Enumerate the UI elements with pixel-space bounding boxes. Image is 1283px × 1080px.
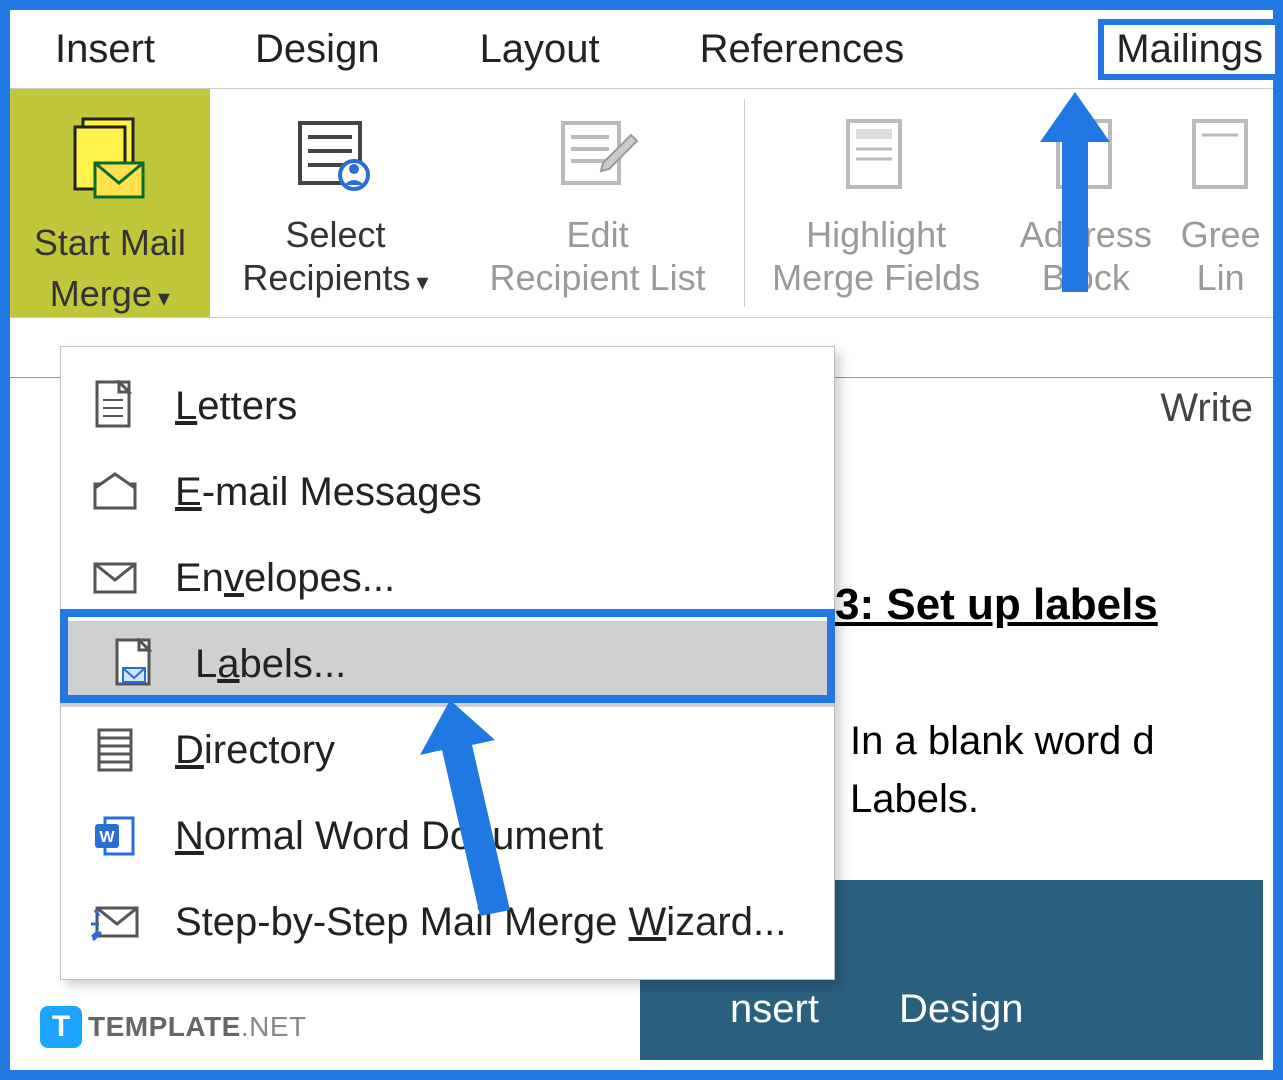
doc-line-1: In a blank word d: [850, 712, 1155, 770]
group-write-label: Write: [1160, 386, 1253, 431]
highlight-l2: Merge Fields: [772, 256, 980, 299]
normal-label: Normal Word Document: [175, 814, 603, 859]
arrow-to-mailings: [1030, 92, 1120, 292]
edit-recipient-l2: Recipient List: [490, 256, 706, 299]
select-recipients-button[interactable]: Select Recipients▾: [216, 89, 456, 317]
menu-item-envelopes[interactable]: Envelopes...: [61, 535, 834, 621]
document-paragraph: In a blank word d Labels.: [850, 712, 1155, 828]
greeting-line-icon: [1186, 103, 1256, 213]
menu-item-email[interactable]: E-mail Messages: [61, 449, 834, 535]
tab-layout[interactable]: Layout: [480, 27, 600, 72]
letters-label: Letters: [175, 384, 297, 429]
bottom-design[interactable]: Design: [899, 987, 1024, 1032]
edit-recipient-list-button: Edit Recipient List: [455, 89, 740, 317]
tab-design[interactable]: Design: [255, 27, 380, 72]
mail-merge-icon: [65, 103, 155, 213]
envelopes-label: Envelopes...: [175, 556, 395, 601]
greeting-l2: Lin: [1197, 256, 1245, 299]
ribbon-tabs: Insert Design Layout References Mailings: [10, 10, 1273, 88]
letter-icon: [89, 380, 141, 432]
edit-recipient-l1: Edit: [567, 213, 629, 256]
start-mail-merge-label-l1: Start Mail: [34, 221, 186, 264]
select-recipients-icon: [290, 103, 380, 213]
menu-item-labels[interactable]: Labels...: [61, 621, 834, 707]
email-icon: [89, 466, 141, 518]
menu-item-letters[interactable]: Letters: [61, 363, 834, 449]
labels-label: Labels...: [195, 642, 346, 687]
highlight-fields-icon: [836, 103, 916, 213]
watermark: T TEMPLATE.NET: [40, 1006, 307, 1048]
greeting-l1: Gree: [1181, 213, 1261, 256]
tab-references[interactable]: References: [700, 27, 905, 72]
edit-recipient-icon: [553, 103, 643, 213]
wizard-icon: [89, 896, 141, 948]
doc-line-2: Labels.: [850, 770, 1155, 828]
word-icon: W: [89, 810, 141, 862]
select-recipients-l2: Recipients▾: [242, 256, 428, 299]
start-mail-merge-label-l2: Merge▾: [50, 272, 170, 315]
greeting-line-button: Gree Lin: [1168, 89, 1273, 317]
directory-icon: [89, 724, 141, 776]
svg-text:W: W: [99, 829, 115, 846]
app-frame: Insert Design Layout References Mailings…: [0, 0, 1283, 1080]
select-recipients-l1: Select: [285, 213, 385, 256]
tab-mailings[interactable]: Mailings: [1098, 19, 1281, 80]
watermark-text: TEMPLATE.NET: [88, 1011, 307, 1043]
watermark-logo: T: [40, 1006, 82, 1048]
start-mail-merge-button[interactable]: Start Mail Merge▾: [10, 89, 210, 317]
labels-icon: [109, 638, 161, 690]
arrow-to-labels: [400, 700, 530, 920]
highlight-l1: Highlight: [806, 213, 946, 256]
directory-label: Directory: [175, 728, 335, 773]
envelope-icon: [89, 552, 141, 604]
bottom-insert[interactable]: nsert: [730, 987, 819, 1032]
ribbon-divider: [744, 99, 745, 307]
highlight-merge-fields-button: Highlight Merge Fields: [749, 89, 1004, 317]
document-heading: 3: Set up labels: [835, 580, 1158, 630]
email-label: E-mail Messages: [175, 470, 482, 515]
tab-insert[interactable]: Insert: [55, 27, 155, 72]
